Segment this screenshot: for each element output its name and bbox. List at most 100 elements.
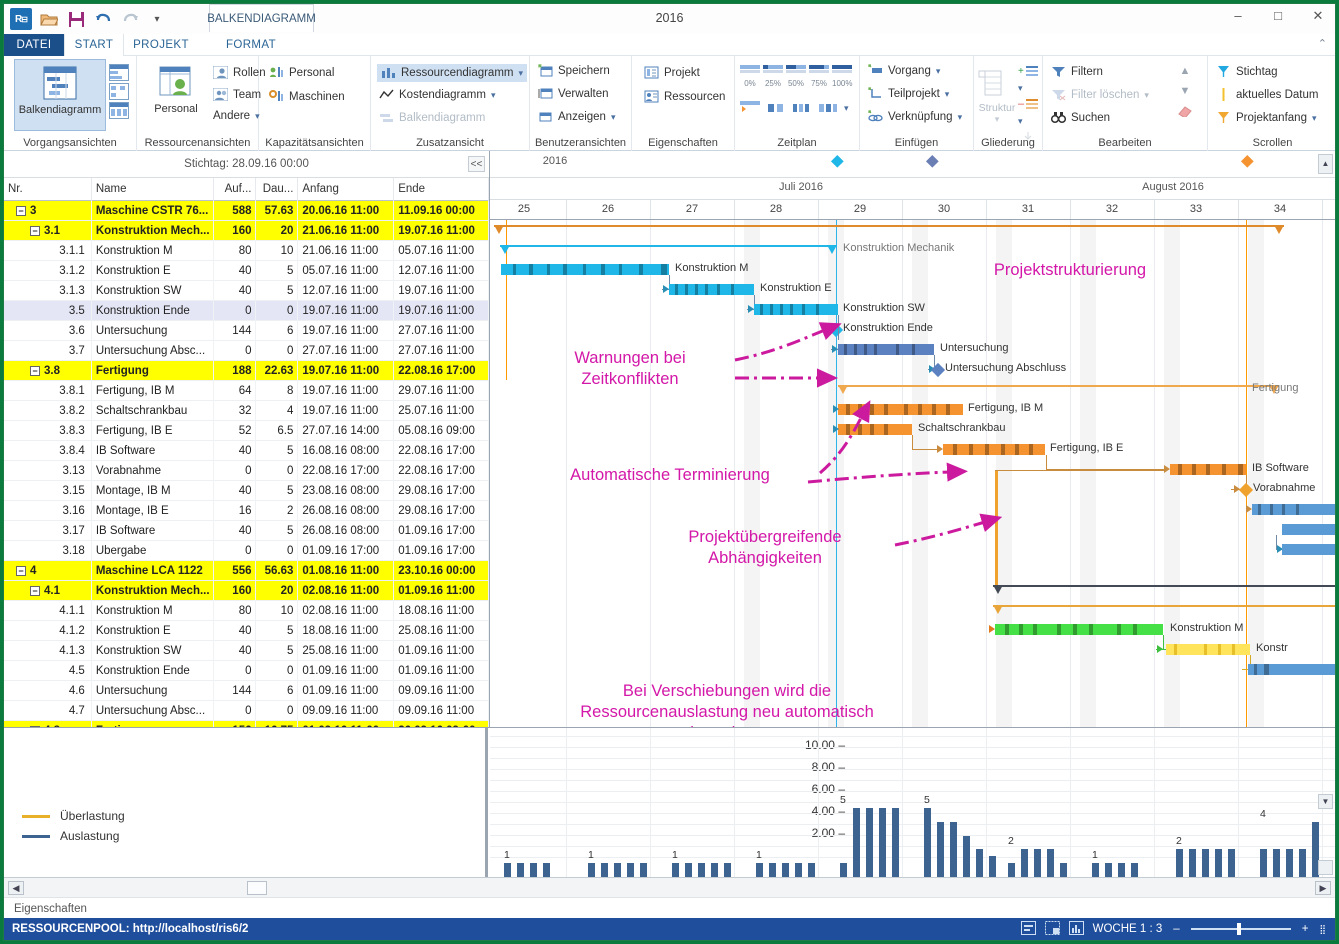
histogram-bar[interactable] (989, 856, 996, 877)
eraser-icon[interactable] (1177, 105, 1193, 120)
zoom-out-button[interactable]: – (1171, 923, 1181, 935)
table-row[interactable]: 3.1.1Konstruktion M801021.06.16 11:0005.… (4, 241, 489, 261)
histogram-bar[interactable] (866, 808, 873, 877)
histogram-bar[interactable] (1131, 863, 1138, 877)
gantt-bar[interactable] (1166, 644, 1250, 655)
ressourcendiagramm-item[interactable]: Ressourcendiagramm ▾ (377, 64, 527, 82)
histogram-bar[interactable] (517, 863, 524, 877)
histogram-bar[interactable] (756, 863, 763, 877)
table-row[interactable]: 3.6Untersuchung144619.07.16 11:0027.07.1… (4, 321, 489, 341)
maschinen-item[interactable]: Maschinen (269, 90, 345, 104)
histogram-bar[interactable] (795, 863, 802, 877)
histogram-bar[interactable] (1286, 849, 1293, 877)
table-row[interactable]: 3.17IB Software40526.08.16 08:0001.09.16… (4, 521, 489, 541)
table-row[interactable]: 4.1.3Konstruktion SW40525.08.16 11:0001.… (4, 641, 489, 661)
scroll-down-icon[interactable]: ▼ (1180, 85, 1191, 97)
table-row[interactable]: 3.5Konstruktion Ende0019.07.16 11:0019.0… (4, 301, 489, 321)
col-header-ende[interactable]: Ende (394, 178, 489, 201)
gantt-bar[interactable] (669, 284, 754, 295)
stichtag-marker[interactable] (831, 155, 844, 168)
chevron-down-icon[interactable]: ▾ (958, 112, 963, 123)
team-item[interactable]: Team (213, 88, 261, 102)
histogram-scroll-down-button[interactable]: ▼ (1318, 794, 1333, 809)
chevron-down-icon[interactable]: ▾ (844, 103, 849, 114)
gantt-bar-summary[interactable] (838, 385, 1279, 394)
view-variant-1-icon[interactable] (109, 64, 129, 81)
col-header-nr[interactable]: Nr. (4, 178, 92, 201)
grid-view-icon[interactable] (1045, 921, 1060, 938)
table-row[interactable]: 3.8.4IB Software40516.08.16 08:0022.08.1… (4, 441, 489, 461)
view-variant-3-icon[interactable] (109, 102, 129, 119)
view-variant-2-icon[interactable] (109, 83, 129, 100)
table-row[interactable]: 3.13Vorabnahme0022.08.16 17:0022.08.16 1… (4, 461, 489, 481)
tab-start[interactable]: START (64, 34, 124, 56)
table-row[interactable]: −3.8Fertigung18822.6319.07.16 11:0022.08… (4, 361, 489, 381)
histogram-bar[interactable] (808, 863, 815, 877)
collapse-ribbon-icon[interactable]: ⌃ (1318, 37, 1327, 50)
expander-icon[interactable]: − (16, 206, 26, 216)
suchen-item[interactable]: Suchen (1051, 111, 1110, 125)
histogram-bar[interactable] (1008, 863, 1015, 877)
histogram-bar[interactable] (530, 863, 537, 877)
table-row[interactable]: −3Maschine CSTR 76...58857.6320.06.16 11… (4, 201, 489, 221)
histogram-bar[interactable] (1299, 849, 1306, 877)
gantt-bar[interactable] (501, 264, 669, 275)
tab-datei[interactable]: DATEI (4, 34, 64, 56)
histogram-bar[interactable] (924, 808, 931, 877)
table-row[interactable]: −3.1Konstruktion Mech...1602021.06.16 11… (4, 221, 489, 241)
chevron-down-icon[interactable]: ▾ (519, 68, 524, 79)
gantt-bar-summary[interactable] (993, 585, 1335, 594)
projekt-item[interactable]: Projekt (644, 66, 700, 80)
histogram-bar[interactable] (672, 863, 679, 877)
table-row[interactable]: 3.1.3Konstruktion SW40512.07.16 11:0019.… (4, 281, 489, 301)
vorgang-item[interactable]: Vorgang ▾ (868, 64, 940, 78)
chart-view-icon[interactable] (1069, 921, 1084, 938)
gantt-bar[interactable] (995, 624, 1163, 635)
histogram-bar[interactable] (1176, 849, 1183, 877)
gantt-bar[interactable] (1252, 504, 1335, 515)
histogram-bar[interactable] (1228, 849, 1235, 877)
histogram-bar[interactable] (840, 863, 847, 877)
gantt-bar-summary[interactable] (500, 245, 837, 254)
col-header-anfang[interactable]: Anfang (298, 178, 394, 201)
gantt-bar[interactable] (838, 404, 963, 415)
gantt-scroll-up-button[interactable]: ▲ (1318, 154, 1333, 174)
close-button[interactable]: ✕ (1307, 8, 1329, 24)
histogram-bar[interactable] (724, 863, 731, 877)
schedule-level-3-icon[interactable] (818, 100, 838, 117)
tab-projekt[interactable]: PROJEKT (129, 34, 193, 56)
table-row[interactable]: 3.8.2Schaltschrankbau32419.07.16 11:0025… (4, 401, 489, 421)
filtern-item[interactable]: Filtern (1051, 65, 1103, 79)
chevron-down-icon[interactable]: ▾ (611, 112, 616, 123)
histogram-bar[interactable] (1215, 849, 1222, 877)
projektanfang-item[interactable]: Projektanfang ▾ (1216, 111, 1317, 125)
schedule-level-1-icon[interactable] (766, 100, 786, 117)
collapse-pane-button[interactable]: << (468, 156, 485, 172)
histogram-bar[interactable] (1273, 849, 1280, 877)
table-row[interactable]: 3.8.1Fertigung, IB M64819.07.16 11:0029.… (4, 381, 489, 401)
table-row[interactable]: 4.1.1Konstruktion M801002.08.16 11:0018.… (4, 601, 489, 621)
verknuepfung-item[interactable]: Verknüpfung ▾ (868, 110, 962, 124)
gantt-bar[interactable] (1248, 664, 1335, 675)
maximize-button[interactable]: □ (1267, 8, 1289, 24)
scroll-left-button[interactable]: ◀ (8, 881, 24, 895)
histogram-bar[interactable] (1202, 849, 1209, 877)
progress-100-button[interactable]: 100% (832, 63, 852, 88)
zoom-slider[interactable] (1191, 928, 1291, 930)
gantt-bar[interactable] (838, 424, 912, 435)
schedule-level-2-icon[interactable] (792, 100, 812, 117)
table-row[interactable]: 4.5Konstruktion Ende0001.09.16 11:0001.0… (4, 661, 489, 681)
outline-outdent-icon[interactable]: – ▾ (1018, 97, 1042, 127)
personal-view-button[interactable]: Personal (139, 59, 213, 131)
stichtag-item[interactable]: Stichtag (1216, 65, 1278, 79)
outline-indent-icon[interactable]: + ▾ (1018, 64, 1042, 94)
histogram-bar[interactable] (698, 863, 705, 877)
teilprojekt-item[interactable]: Teilprojekt ▾ (868, 87, 949, 101)
col-header-auf[interactable]: Auf... (214, 178, 257, 201)
gantt-bar-summary[interactable] (494, 225, 1284, 234)
gantt-bar[interactable] (1282, 524, 1335, 535)
chevron-down-icon[interactable]: ▾ (491, 90, 496, 101)
histogram-bar[interactable] (769, 863, 776, 877)
zoom-slider-thumb[interactable] (1237, 923, 1241, 935)
horizontal-scrollbar[interactable]: ◀ ▶ (4, 877, 1335, 897)
